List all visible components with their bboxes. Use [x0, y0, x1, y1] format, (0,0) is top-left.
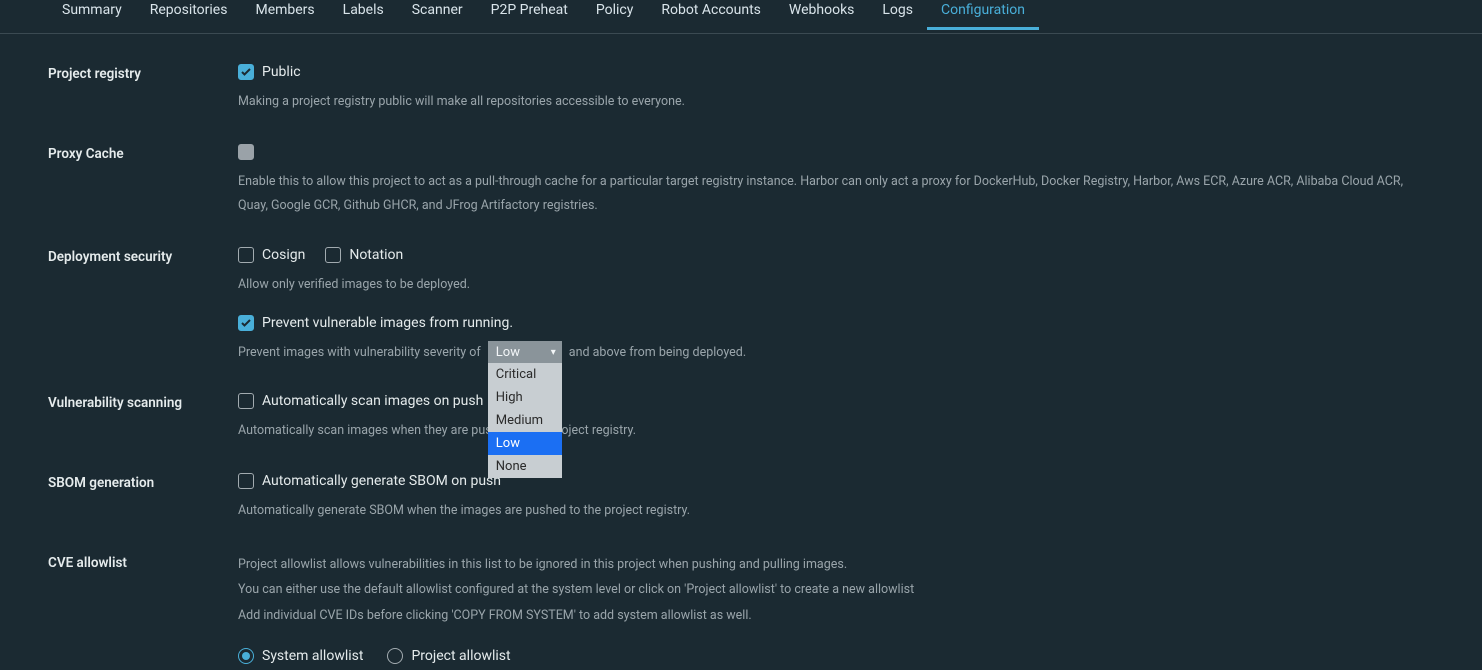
- severity-suffix: and above from being deployed.: [569, 345, 746, 360]
- severity-line: Prevent images with vulnerability severi…: [238, 341, 1434, 363]
- notation-checkbox[interactable]: [325, 247, 341, 263]
- row-deployment-security: Deployment security Cosign Notation Allo…: [48, 247, 1434, 363]
- prevent-vulnerable-label: Prevent vulnerable images from running.: [262, 315, 513, 331]
- auto-sbom-help: Automatically generate SBOM when the ima…: [238, 499, 1434, 523]
- config-content: Project registry Public Making a project…: [0, 34, 1482, 664]
- proxy-cache-help: Enable this to allow this project to act…: [238, 170, 1434, 218]
- severity-dropdown: CriticalHighMediumLowNone: [488, 363, 562, 478]
- tab-members[interactable]: Members: [241, 0, 328, 28]
- label-cve-allowlist: CVE allowlist: [48, 553, 238, 571]
- tab-policy[interactable]: Policy: [582, 0, 648, 28]
- cve-help-2: You can either use the default allowlist…: [238, 578, 1434, 602]
- prevent-vulnerable-checkbox[interactable]: [238, 315, 254, 331]
- project-allowlist-label: Project allowlist: [411, 648, 510, 664]
- tab-webhooks[interactable]: Webhooks: [775, 0, 869, 28]
- row-sbom: SBOM generation Automatically generate S…: [48, 473, 1434, 523]
- severity-option-medium[interactable]: Medium: [488, 409, 562, 432]
- project-allowlist-option[interactable]: Project allowlist: [387, 648, 510, 664]
- cosign-checkbox[interactable]: [238, 247, 254, 263]
- deployment-security-help: Allow only verified images to be deploye…: [238, 273, 1434, 297]
- system-allowlist-option[interactable]: System allowlist: [238, 648, 363, 664]
- project-allowlist-radio[interactable]: [387, 648, 403, 664]
- public-checkbox[interactable]: [238, 64, 254, 80]
- severity-prefix: Prevent images with vulnerability severi…: [238, 345, 481, 360]
- auto-scan-help: Automatically scan images when they are …: [238, 419, 1434, 443]
- tab-logs[interactable]: Logs: [868, 0, 927, 28]
- severity-option-critical[interactable]: Critical: [488, 363, 562, 386]
- notation-label: Notation: [349, 247, 403, 263]
- severity-selected-value: Low: [496, 345, 520, 360]
- row-proxy-cache: Proxy Cache Enable this to allow this pr…: [48, 144, 1434, 218]
- tabs-bar: SummaryRepositoriesMembersLabelsScannerP…: [0, 0, 1482, 34]
- row-vulnerability-scanning: Vulnerability scanning Automatically sca…: [48, 393, 1434, 443]
- system-allowlist-radio[interactable]: [238, 648, 254, 664]
- proxy-cache-checkbox[interactable]: [238, 144, 254, 160]
- auto-sbom-checkbox[interactable]: [238, 473, 254, 489]
- auto-scan-checkbox[interactable]: [238, 393, 254, 409]
- cve-help-3: Add individual CVE IDs before clicking '…: [238, 604, 1434, 628]
- cve-help-1: Project allowlist allows vulnerabilities…: [238, 553, 1434, 577]
- label-project-registry: Project registry: [48, 64, 238, 82]
- row-cve-allowlist: CVE allowlist Project allowlist allows v…: [48, 553, 1434, 664]
- public-help: Making a project registry public will ma…: [238, 90, 1434, 114]
- label-proxy-cache: Proxy Cache: [48, 144, 238, 162]
- auto-sbom-label: Automatically generate SBOM on push: [262, 473, 501, 489]
- severity-option-low[interactable]: Low: [488, 432, 562, 455]
- severity-option-none[interactable]: None: [488, 455, 562, 478]
- chevron-down-icon: ▾: [551, 347, 556, 358]
- system-allowlist-label: System allowlist: [262, 648, 363, 664]
- tab-robot-accounts[interactable]: Robot Accounts: [647, 0, 775, 28]
- tab-labels[interactable]: Labels: [329, 0, 398, 28]
- tab-repositories[interactable]: Repositories: [136, 0, 242, 28]
- row-project-registry: Project registry Public Making a project…: [48, 64, 1434, 114]
- public-label: Public: [262, 64, 301, 80]
- tab-scanner[interactable]: Scanner: [398, 0, 477, 28]
- severity-select[interactable]: Low ▾ CriticalHighMediumLowNone: [488, 341, 562, 363]
- tab-summary[interactable]: Summary: [48, 0, 136, 28]
- label-vulnerability-scanning: Vulnerability scanning: [48, 393, 238, 411]
- tab-configuration[interactable]: Configuration: [927, 0, 1039, 30]
- auto-scan-label: Automatically scan images on push: [262, 393, 483, 409]
- tab-p2p-preheat[interactable]: P2P Preheat: [477, 0, 582, 28]
- label-deployment-security: Deployment security: [48, 247, 238, 265]
- allowlist-radio-group: System allowlist Project allowlist: [238, 648, 1434, 664]
- cosign-label: Cosign: [262, 247, 305, 263]
- severity-option-high[interactable]: High: [488, 386, 562, 409]
- label-sbom: SBOM generation: [48, 473, 238, 491]
